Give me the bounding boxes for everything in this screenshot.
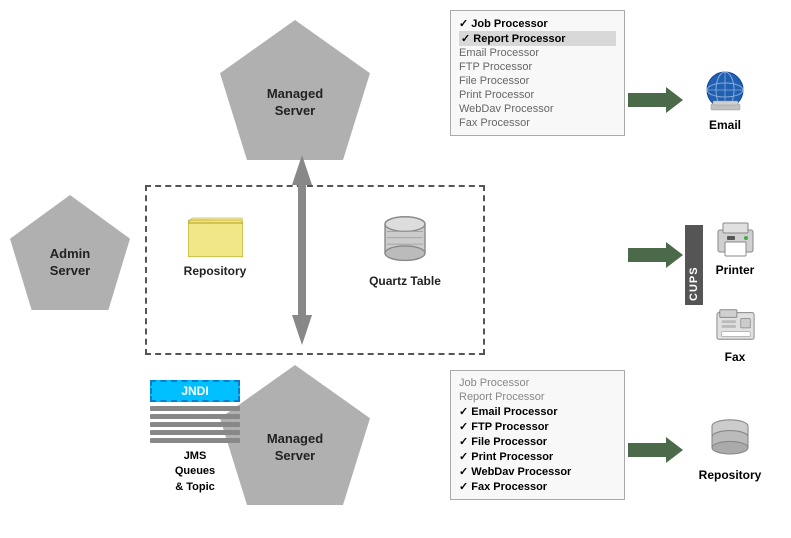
proc-b-item-1: Report Processor xyxy=(459,390,616,404)
fax-label: Fax xyxy=(700,350,770,364)
jms-text: JMSQueues& Topic xyxy=(150,449,240,495)
jndi-label: JNDI xyxy=(150,380,240,402)
repository-area: Repository xyxy=(175,215,255,278)
proc-b-item-6: ✓ WebDav Processor xyxy=(459,464,616,479)
email-label: Email xyxy=(690,118,760,132)
jms-line-1 xyxy=(150,406,240,411)
proc-b-item-2: ✓ Email Processor xyxy=(459,404,616,419)
quartz-label: Quartz Table xyxy=(360,274,450,288)
repository-right-label: Repository xyxy=(695,468,765,482)
arrow-to-email xyxy=(628,85,683,115)
arrow-to-repo xyxy=(628,435,683,465)
managed-server-top: ManagedServer xyxy=(220,20,370,160)
jms-line-4 xyxy=(150,430,240,435)
proc-item-6: WebDav Processor xyxy=(459,102,616,116)
vertical-arrow xyxy=(288,155,316,345)
managed-server-top-label: ManagedServer xyxy=(267,86,323,120)
admin-server: AdminServer xyxy=(10,195,130,310)
proc-item-1: ✓ Report Processor xyxy=(459,31,616,46)
diagram: AdminServer ManagedServer ManagedServer … xyxy=(0,0,791,538)
managed-server-bottom-label: ManagedServer xyxy=(267,431,323,465)
proc-item-3: FTP Processor xyxy=(459,60,616,74)
proc-b-item-4: ✓ File Processor xyxy=(459,434,616,449)
proc-box-bottom: Job Processor Report Processor ✓ Email P… xyxy=(450,370,625,500)
admin-server-label: AdminServer xyxy=(50,246,90,280)
repository-icon xyxy=(705,418,755,463)
proc-item-4: File Processor xyxy=(459,74,616,88)
email-globe-icon xyxy=(703,68,748,113)
printer-label: Printer xyxy=(700,263,770,277)
jms-line-3 xyxy=(150,422,240,427)
printer-output: Printer xyxy=(700,218,770,277)
folder-icon xyxy=(188,215,243,257)
cylinder-icon xyxy=(380,215,430,265)
email-output: Email xyxy=(690,68,760,132)
arrow-to-printer xyxy=(628,240,683,270)
proc-b-item-7: ✓ Fax Processor xyxy=(459,479,616,494)
quartz-area: Quartz Table xyxy=(360,215,450,288)
proc-item-5: Print Processor xyxy=(459,88,616,102)
jms-line-5 xyxy=(150,438,240,443)
printer-icon xyxy=(713,218,758,258)
proc-item-0: ✓ Job Processor xyxy=(459,16,616,31)
repository-label: Repository xyxy=(175,264,255,278)
proc-item-2: Email Processor xyxy=(459,46,616,60)
jms-line-2 xyxy=(150,414,240,419)
proc-b-item-0: Job Processor xyxy=(459,376,616,390)
proc-b-item-3: ✓ FTP Processor xyxy=(459,419,616,434)
fax-icon xyxy=(713,305,758,345)
managed-server-bottom: ManagedServer xyxy=(220,365,370,505)
jndi-area: JNDI JMSQueues& Topic xyxy=(150,380,240,495)
proc-item-7: Fax Processor xyxy=(459,116,616,130)
jms-lines xyxy=(150,406,240,443)
proc-box-top: ✓ Job Processor ✓ Report Processor Email… xyxy=(450,10,625,136)
fax-output: Fax xyxy=(700,305,770,364)
proc-b-item-5: ✓ Print Processor xyxy=(459,449,616,464)
repository-output: Repository xyxy=(695,418,765,482)
